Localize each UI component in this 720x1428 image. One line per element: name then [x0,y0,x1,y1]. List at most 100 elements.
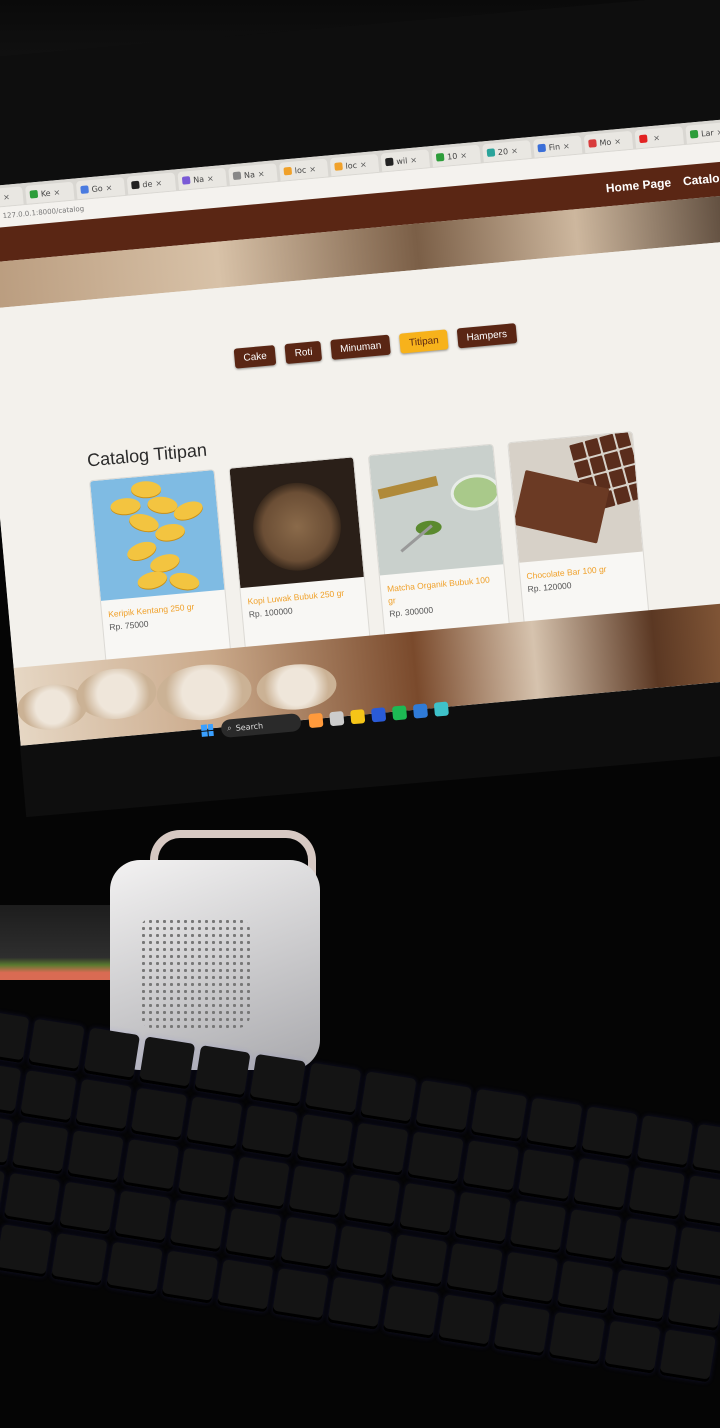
keyboard-key [272,1268,329,1322]
keyboard-key [28,1018,85,1073]
keyboard-key [581,1106,638,1160]
windows-start-icon[interactable] [200,723,214,737]
keyboard-key [19,1070,77,1124]
keyboard-key [603,1320,661,1374]
keyboard-key [335,1225,393,1279]
keyboard-key [573,1157,630,1211]
tab-label: Na [192,174,205,185]
keyboard-key [407,1131,464,1185]
keyboard-key [216,1259,274,1313]
keyboard-key [470,1088,528,1143]
taskbar-app-icon[interactable] [412,703,429,719]
close-icon[interactable]: × [511,146,518,156]
tab-favicon-icon [181,176,191,185]
tab-favicon-icon [334,162,343,171]
keyboard-key [343,1174,401,1228]
close-icon[interactable]: × [460,150,467,160]
keyboard-key [3,1172,61,1227]
keyboard-key [667,1277,720,1332]
taskbar-app-icon[interactable] [308,712,324,729]
keyboard-key [564,1209,622,1263]
keyboard-key [620,1217,677,1272]
monitor-screen: 01×Ke×Go×de×Na×Na×loc×loc×wil×10×20×Fin×… [0,115,720,746]
close-icon[interactable]: × [105,183,112,193]
close-icon[interactable]: × [3,192,10,202]
tab-favicon-icon [283,166,293,176]
keyboard-key [122,1139,180,1193]
keyboard-key [177,1147,235,1202]
keyboard-key [446,1242,503,1297]
taskbar-app-icon[interactable] [433,701,449,717]
close-icon[interactable]: × [410,155,417,165]
url-text: 127.0.0.1:8000/catalog [2,204,85,221]
tab-label: wil [395,155,408,166]
keyboard-key [525,1097,583,1151]
keyboard-key [399,1182,456,1237]
tab-label: Ke [40,188,51,199]
keyboard-key [241,1105,298,1159]
category-button-roti[interactable]: Roti [284,340,323,365]
keyboard-key [161,1250,219,1304]
keyboard-key [0,1061,22,1115]
keyboard-key [327,1276,385,1331]
keyboard-key [390,1234,448,1288]
keyboard-key [454,1191,511,1245]
close-icon[interactable]: × [53,187,60,197]
keyboard-key [493,1303,550,1357]
close-icon[interactable]: × [563,141,570,151]
taskbar-search[interactable]: ⌕ Search [220,712,302,739]
browser-tab[interactable]: Lar × [685,121,720,144]
keyboard-key [288,1165,345,1219]
close-icon[interactable]: × [653,133,660,143]
category-button-minuman[interactable]: Minuman [330,334,392,360]
close-icon[interactable]: × [614,136,621,146]
nav-home-link[interactable]: Home Page [605,175,671,195]
keyboard-key [233,1156,290,1210]
tab-label: 20 [497,146,509,157]
keyboard-key [382,1285,440,1339]
keyboard-key [612,1269,669,1323]
tab-favicon-icon [232,171,242,181]
tab-label: 01 [0,193,1,203]
close-icon[interactable]: × [716,127,720,137]
tab-label: Na [243,169,256,180]
close-icon[interactable]: × [309,164,316,174]
keyboard-key [438,1294,495,1348]
keyboard-key [359,1071,417,1125]
keyboard-key [509,1200,567,1254]
keyboard-key [138,1036,196,1090]
tab-favicon-icon [80,185,89,194]
catalog-section: Cake Roti Minuman Titipan Hampers Catalog Ti… [0,236,720,682]
keyboard-key [194,1045,251,1099]
product-image-coffee-beans [229,457,364,589]
tab-favicon-icon [588,139,597,148]
taskbar-app-icon[interactable] [329,711,345,727]
tab-favicon-icon [385,157,394,167]
taskbar-apps [308,701,449,729]
keyboard-key [683,1175,720,1229]
taskbar-app-icon[interactable] [391,705,408,721]
close-icon[interactable]: × [207,173,214,183]
keyboard-key [169,1199,227,1253]
close-icon[interactable]: × [155,178,162,188]
category-button-hampers[interactable]: Hampers [456,323,517,349]
category-button-titipan[interactable]: Titipan [399,329,449,354]
keyboard-key [59,1181,116,1235]
keyboard-key [636,1115,694,1169]
taskbar-app-icon[interactable] [371,707,387,723]
close-icon[interactable]: × [257,169,264,179]
nav-catalog-link[interactable]: Catalog [682,170,720,188]
keyboard-key [296,1113,354,1168]
keyboard-key [556,1260,614,1314]
taskbar-app-icon[interactable] [350,709,366,725]
keyboard-key [75,1078,132,1133]
keyboard-key [114,1190,171,1244]
tab-label: 10 [446,151,458,162]
product-image-potato-chips [90,470,225,601]
tab-favicon-icon [486,148,496,157]
close-icon[interactable]: × [360,159,367,169]
product-image-matcha-powder [368,444,504,576]
mechanical-keyboard [0,1010,720,1428]
keyboard-key [83,1027,141,1081]
category-button-cake[interactable]: Cake [233,345,277,369]
